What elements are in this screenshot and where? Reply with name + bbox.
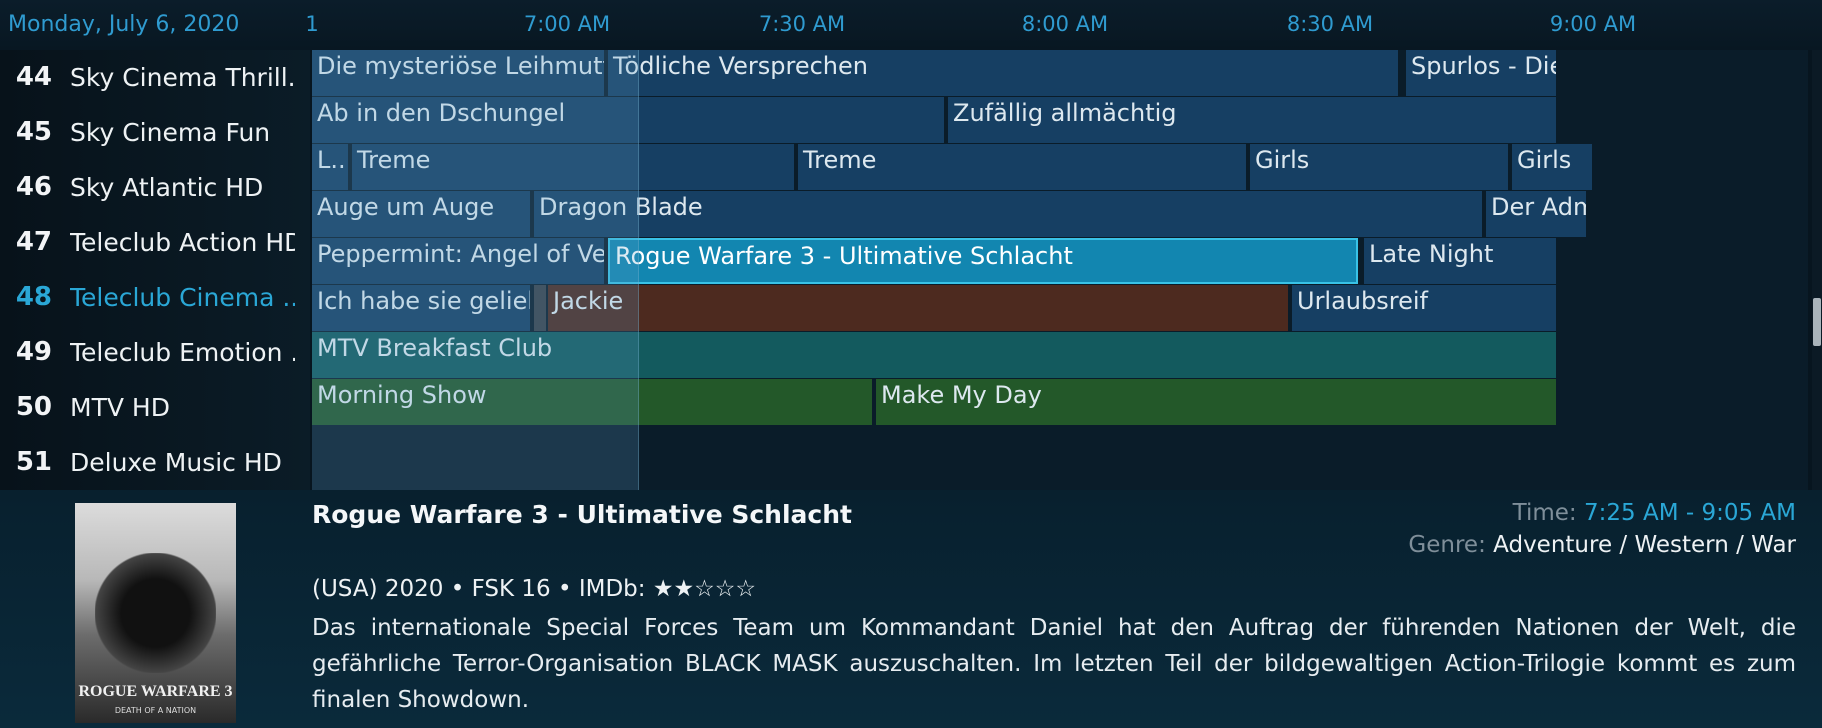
channel-row[interactable]: 51 Deluxe Music HD (0, 435, 310, 489)
program-info-panel: ROGUE WARFARE 3 DEATH OF A NATION Rogue … (0, 490, 1822, 728)
channel-row[interactable]: 44 Sky Cinema Thrill... (0, 50, 310, 104)
time-label: 8:00 AM (1021, 12, 1109, 36)
program-cell[interactable]: Ab in den Dschungel (312, 97, 944, 143)
program-cell[interactable]: Morning Show (312, 379, 872, 425)
time-label: 1 (305, 12, 319, 36)
channel-name: Teleclub Cinema ... (70, 282, 295, 312)
scrollbar-thumb[interactable] (1813, 298, 1821, 346)
channel-number: 44 (15, 62, 52, 92)
channel-number: 46 (15, 172, 52, 202)
program-description: Das internationale Special Forces Team u… (312, 615, 1796, 713)
program-cell[interactable]: Treme (798, 144, 1246, 190)
program-cell[interactable]: Spurlos - Die Entführung (1406, 50, 1556, 96)
time-value: 7:25 AM - 9:05 AM (1584, 500, 1796, 526)
program-cell[interactable]: Tödliche Versprechen (608, 50, 1398, 96)
channel-number: 49 (15, 337, 52, 367)
channel-name: Sky Atlantic HD (70, 172, 264, 202)
program-cell[interactable]: Treme (352, 144, 794, 190)
program-poster: ROGUE WARFARE 3 DEATH OF A NATION (75, 503, 236, 723)
poster-title: ROGUE WARFARE 3 (78, 683, 233, 700)
channel-name: Teleclub Action HD (70, 227, 295, 257)
poster-art (95, 553, 216, 673)
channel-number: 48 (15, 282, 52, 312)
channel-name: MTV HD (70, 392, 170, 422)
program-cell[interactable]: Auge um Auge (312, 191, 530, 237)
channel-number: 47 (15, 227, 52, 257)
grid-scrollbar[interactable] (1812, 50, 1822, 490)
program-cell[interactable]: Ich habe sie geliebt (312, 285, 530, 331)
program-cell[interactable]: Urlaubsreif (1292, 285, 1556, 331)
channel-name: Sky Cinema Fun (70, 117, 271, 147)
program-cell[interactable]: L... (312, 144, 348, 190)
program-cell[interactable]: Jackie (548, 285, 1288, 331)
channel-row[interactable]: 49 Teleclub Emotion ... (0, 325, 310, 379)
channel-row[interactable]: 45 Sky Cinema Fun (0, 105, 310, 159)
program-cell[interactable]: Make My Day (876, 379, 1556, 425)
program-cell[interactable]: Girls (1250, 144, 1508, 190)
program-cell[interactable] (534, 285, 546, 331)
time-label: 7:00 AM (523, 12, 611, 36)
program-genre: Genre: Adventure / Western / War (1408, 532, 1796, 558)
epg-date: Monday, July 6, 2020 (8, 12, 240, 37)
channel-row[interactable]: 46 Sky Atlantic HD (0, 160, 310, 214)
channel-name: Teleclub Emotion ... (70, 337, 295, 367)
epg-grid: Die mysteriöse LeihmutterTödliche Verspr… (312, 50, 1808, 490)
program-cell[interactable]: Der Admiral (1486, 191, 1586, 237)
time-label: 7:30 AM (758, 12, 846, 36)
program-cell[interactable]: Late Night (1364, 238, 1556, 284)
program-title: Rogue Warfare 3 - Ultimative Schlacht (312, 500, 852, 529)
program-cell[interactable]: Peppermint: Angel of Vengeance (312, 238, 604, 284)
genre-label: Genre: (1408, 532, 1494, 558)
channel-row[interactable]: 47 Teleclub Action HD (0, 215, 310, 269)
channel-list: 44 Sky Cinema Thrill... 45 Sky Cinema Fu… (0, 50, 310, 490)
channel-number: 51 (15, 447, 52, 477)
genre-value: Adventure / Western / War (1493, 532, 1796, 558)
channel-row-active[interactable]: 48 Teleclub Cinema ... (0, 270, 310, 324)
program-cell[interactable]: Girls (1512, 144, 1592, 190)
time-label: 8:30 AM (1286, 12, 1374, 36)
timeline-header: Monday, July 6, 2020 1 7:00 AM 7:30 AM 8… (0, 0, 1822, 50)
program-cell[interactable]: Die mysteriöse Leihmutter (312, 50, 604, 96)
program-cell[interactable]: Dragon Blade (534, 191, 1482, 237)
channel-number: 50 (15, 392, 52, 422)
program-cell[interactable]: Zufällig allmächtig (948, 97, 1556, 143)
time-label: Time: (1512, 500, 1584, 526)
program-cell[interactable]: MTV Breakfast Club (312, 332, 1556, 378)
program-time: Time: 7:25 AM - 9:05 AM (1513, 500, 1796, 526)
program-meta: (USA) 2020 • FSK 16 • IMDb: ★★☆☆☆ (312, 576, 756, 602)
channel-name: Sky Cinema Thrill... (70, 62, 295, 92)
channel-name: Deluxe Music HD (70, 447, 282, 477)
time-label: 9:00 AM (1549, 12, 1637, 36)
channel-row[interactable]: 50 MTV HD (0, 380, 310, 434)
program-cell-selected[interactable]: Rogue Warfare 3 - Ultimative Schlacht (608, 238, 1358, 284)
channel-number: 45 (15, 117, 52, 147)
poster-subtitle: DEATH OF A NATION (114, 706, 197, 715)
